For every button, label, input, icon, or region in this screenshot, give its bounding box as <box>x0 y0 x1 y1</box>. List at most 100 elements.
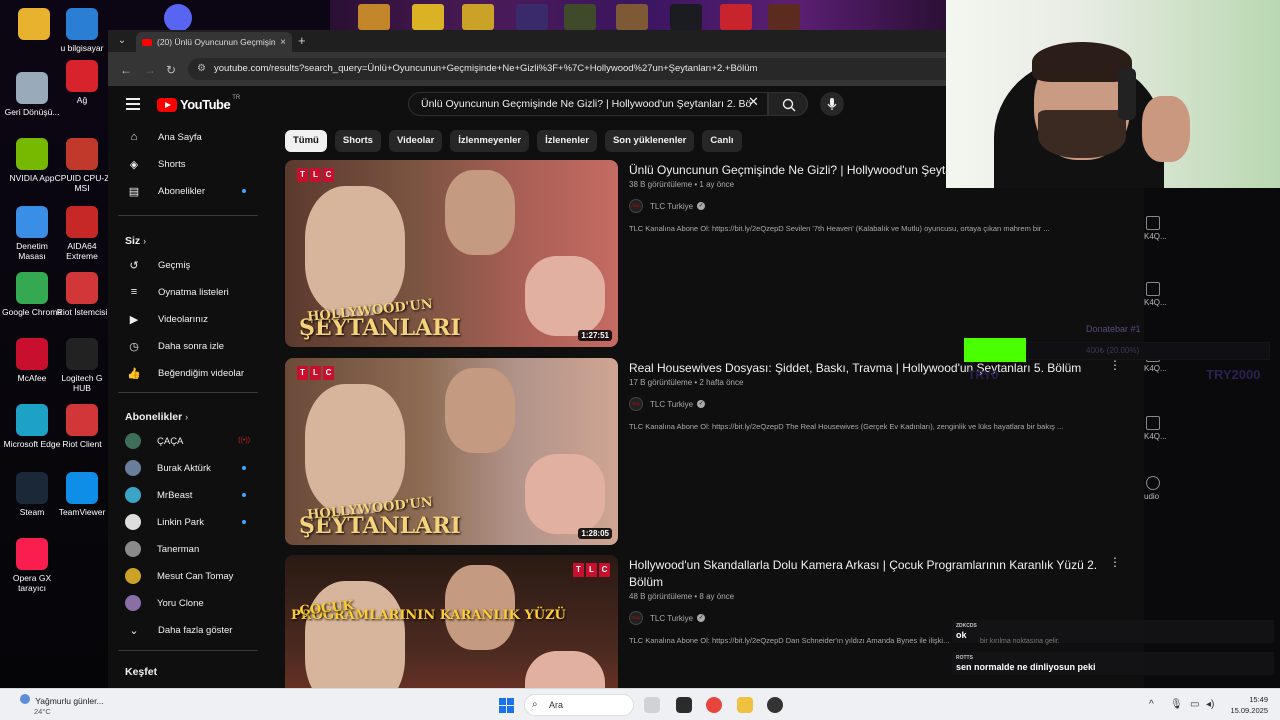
task-view-icon[interactable] <box>676 697 692 713</box>
filter-chip[interactable]: İzlenenler <box>537 130 597 152</box>
filter-chip[interactable]: Son yüklenenler <box>604 130 695 152</box>
video-title[interactable]: Hollywood'un Skandallarla Dolu Kamera Ar… <box>629 557 1129 591</box>
video-thumbnail[interactable]: T L C HOLLYWOOD'UN ŞEYTANLARI 1:27:51 <box>285 160 618 347</box>
steam-icon <box>16 472 48 504</box>
donate-current: TRY0 <box>968 368 999 382</box>
voice-search-button[interactable] <box>820 92 844 116</box>
volume-icon[interactable]: ◂) <box>1206 699 1214 710</box>
show-more-label: Daha fazla göster <box>158 624 233 636</box>
channel-link[interactable]: TLC TLC Turkiye ✓ <box>629 397 706 411</box>
subscription-item[interactable]: Linkin Park <box>108 509 258 535</box>
riot-icon <box>66 272 98 304</box>
desktop-icon[interactable]: K4Q... <box>1144 282 1167 307</box>
video-description: TLC Kanalına Abone Ol: https://bit.ly/2e… <box>629 422 1064 431</box>
video-title[interactable]: Real Housewives Dosyası: Şiddet, Baskı, … <box>629 360 1129 377</box>
filter-chip[interactable]: İzlenmeyenler <box>450 130 530 152</box>
desktop-icon-label: Geri Dönüşü... <box>4 107 60 117</box>
forward-icon[interactable]: → <box>144 63 156 77</box>
taskbar-app-icon[interactable] <box>644 697 660 713</box>
start-button[interactable] <box>499 698 514 713</box>
desktop-icon[interactable]: K4Q... <box>1144 416 1167 441</box>
tray-overflow-icon[interactable]: ^ <box>1149 699 1154 710</box>
menu-icon[interactable] <box>126 98 140 113</box>
clear-search-icon[interactable]: ✕ <box>748 94 759 110</box>
tab-youtube[interactable]: (20) Ünlü Oyuncunun Geçmişinde × <box>136 32 292 52</box>
game-tile <box>616 4 648 30</box>
desktop-icon[interactable]: AIDA64 Extreme <box>52 206 112 261</box>
back-icon[interactable]: ← <box>120 63 132 77</box>
more-options-icon[interactable]: ⋮ <box>1109 358 1121 372</box>
discord-icon[interactable] <box>164 4 192 32</box>
streamer-hair <box>1032 42 1132 82</box>
search-icon: ⌕ <box>532 699 538 710</box>
filter-chip[interactable]: Canlı <box>702 130 742 152</box>
desktop-icon-label: AIDA64 Extreme <box>66 241 98 261</box>
sidebar-item[interactable]: ▶ Videolarınız <box>108 306 258 332</box>
reload-icon[interactable]: ↻ <box>166 63 176 77</box>
channel-avatar: TLC <box>629 397 643 411</box>
filter-chip[interactable]: Shorts <box>334 130 381 152</box>
microphone-icon <box>827 98 837 110</box>
thumbnail-face <box>525 454 605 534</box>
close-tab-icon[interactable]: × <box>280 37 286 48</box>
tlc-logo-icon: TLC <box>297 168 334 182</box>
region-code: TR <box>232 94 241 101</box>
youtube-logo[interactable]: YouTube TR <box>157 94 241 112</box>
desktop-icon[interactable]: Opera GX tarayıcı <box>2 538 62 593</box>
more-options-icon[interactable]: ⋮ <box>1109 555 1121 569</box>
filter-chip[interactable]: Tümü <box>285 130 327 152</box>
subscription-name: Tanerman <box>157 543 200 555</box>
show-more-button[interactable]: ⌄ Daha fazla göster <box>108 617 258 643</box>
video-result[interactable]: T L C HOLLYWOOD'UN ŞEYTANLARI 1:27:51 Ünlü Oyu… <box>285 160 1144 350</box>
video-thumbnail[interactable]: T L C HOLLYWOOD'UN ŞEYTANLARI 1:28:05 <box>285 358 618 545</box>
desktop-icon[interactable]: u bilgisayar <box>52 8 112 53</box>
mic-tray-icon[interactable]: 🎙 <box>1170 699 1183 710</box>
desktop-icon[interactable]: K4Q... <box>1144 216 1167 241</box>
sidebar-section-explore: Keşfet <box>125 666 158 678</box>
subscription-item[interactable]: Burak Aktürk <box>108 455 258 481</box>
desktop-icon[interactable]: Riot İstemcisi <box>52 272 112 317</box>
new-tab-icon[interactable]: + <box>298 33 306 48</box>
taskbar-search[interactable]: ⌕ Ara <box>524 694 634 716</box>
weather-widget[interactable]: Yağmurlu günler... 24°C <box>20 694 104 716</box>
subscription-item[interactable]: MrBeast <box>108 482 258 508</box>
subscription-item[interactable]: Yoru Clone <box>108 590 258 616</box>
subscription-item[interactable]: ÇAÇA ((•)) <box>108 428 258 454</box>
channel-link[interactable]: TLC TLC Turkiye ✓ <box>629 611 706 625</box>
desktop-icon[interactable]: CPUID CPU-Z MSI <box>52 138 112 193</box>
sidebar-section-you[interactable]: Siz › <box>125 235 146 247</box>
obs-icon[interactable] <box>767 697 783 713</box>
channel-link[interactable]: TLC TLC Turkiye ✓ <box>629 199 706 213</box>
watch-later-icon: ◷ <box>129 340 139 353</box>
subscription-item[interactable]: Tanerman <box>108 536 258 562</box>
desktop-icon[interactable]: udio <box>1144 476 1160 501</box>
video-thumbnail[interactable]: T L C ÇOCUK PROGRAMLARININ KARANLIK YÜZÜ <box>285 555 618 688</box>
sidebar-item[interactable]: ▤ Abonelikler <box>108 178 258 204</box>
sidebar-item[interactable]: ◷ Daha sonra izle <box>108 333 258 359</box>
site-info-icon[interactable]: ⚙ <box>197 58 206 80</box>
desktop-icon[interactable]: Riot Client <box>52 404 112 449</box>
desktop-icon[interactable]: Logitech G HUB <box>52 338 112 393</box>
subscription-name: Linkin Park <box>157 516 204 528</box>
chrome-taskbar-icon[interactable] <box>706 697 722 713</box>
network-icon[interactable]: ▭ <box>1190 699 1199 710</box>
sidebar-section-subscriptions[interactable]: Abonelikler › <box>125 411 188 423</box>
app-icon <box>1146 216 1160 230</box>
search-button[interactable] <box>768 92 808 116</box>
avatar <box>125 487 141 503</box>
tab-search-icon[interactable]: ⌄ <box>114 33 130 49</box>
sidebar-item[interactable]: ≡ Oynatma listeleri <box>108 279 258 305</box>
desktop-icon[interactable]: TeamViewer <box>52 472 112 517</box>
sidebar-item[interactable]: 👍 Beğendiğim videolar <box>108 360 258 386</box>
file-explorer-icon[interactable] <box>737 697 753 713</box>
desktop-icon[interactable]: Ağ <box>52 60 112 105</box>
subscription-item[interactable]: Mesut Can Tomay <box>108 563 258 589</box>
sidebar-item[interactable]: ◈ Shorts <box>108 151 258 177</box>
sidebar-item[interactable]: ⌂ Ana Sayfa <box>108 124 258 150</box>
search-query: Ünlü Oyuncunun Geçmişinde Ne Gizli? | Ho… <box>421 98 752 110</box>
clock[interactable]: 15:49 15.09.2025 <box>1224 694 1268 716</box>
sidebar-item[interactable]: ↺ Geçmiş <box>108 252 258 278</box>
filter-chip[interactable]: Videolar <box>388 130 443 152</box>
search-input[interactable]: Ünlü Oyuncunun Geçmişinde Ne Gizli? | Ho… <box>408 92 768 116</box>
video-result[interactable]: T L C HOLLYWOOD'UN ŞEYTANLARI 1:28:05 Real Hou… <box>285 358 1144 548</box>
